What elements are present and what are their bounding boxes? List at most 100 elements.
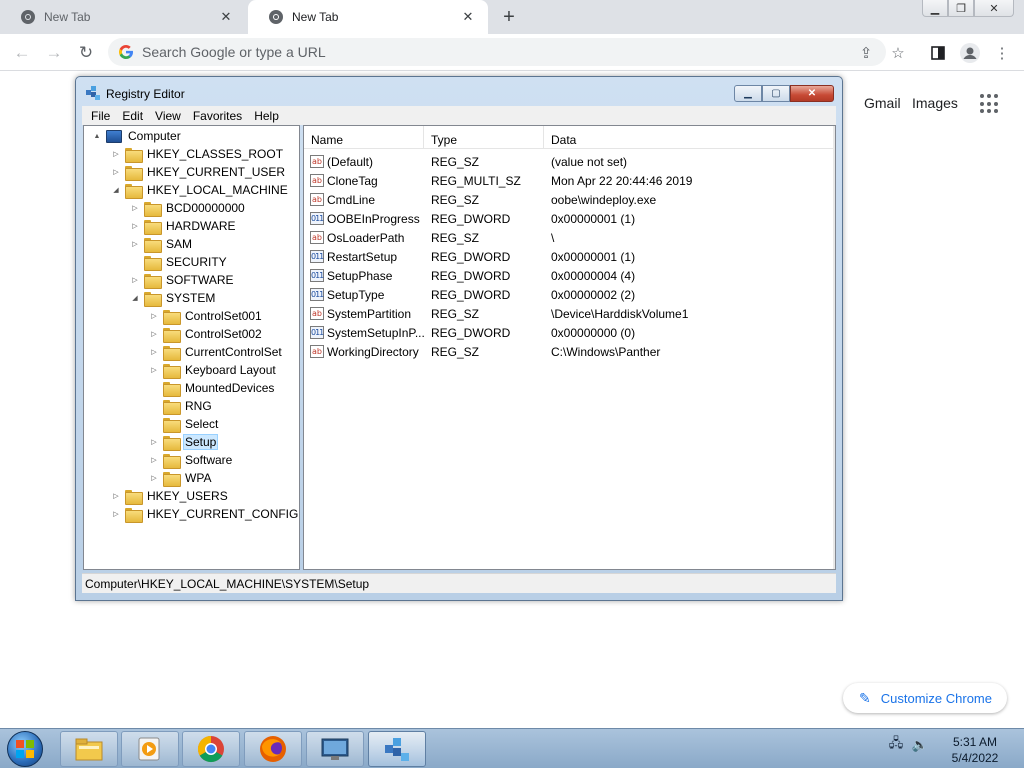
back-button[interactable]: ← xyxy=(10,41,34,65)
expander-icon[interactable]: ◢ xyxy=(111,186,121,194)
taskbar-chrome-button[interactable] xyxy=(182,731,240,767)
tree-node-hkey-current-config[interactable]: ▷ HKEY_CURRENT_CONFIG xyxy=(111,505,299,523)
regedit-close-button[interactable]: ✕ xyxy=(790,85,834,102)
tree-node-label: SAM xyxy=(166,237,193,251)
tree-node-hardware[interactable]: ▷ HARDWARE xyxy=(130,217,238,235)
expander-icon[interactable]: ▷ xyxy=(130,276,140,284)
regedit-maximize-button[interactable]: ▢ xyxy=(762,85,790,102)
taskbar-media-player-button[interactable] xyxy=(121,731,179,767)
images-link[interactable]: Images xyxy=(912,95,958,111)
tree-node-hkey-users[interactable]: ▷ HKEY_USERS xyxy=(111,487,230,505)
close-window-button[interactable]: ✕ xyxy=(974,0,1014,17)
expander-icon[interactable]: ▷ xyxy=(130,222,140,230)
share-icon[interactable]: ⇪ xyxy=(854,41,878,65)
tree-node-sam[interactable]: ▷ SAM xyxy=(130,235,194,253)
close-tab-icon[interactable]: ✕ xyxy=(218,9,234,25)
tree-node-computer[interactable]: ▲ Computer xyxy=(92,127,183,145)
expander-icon[interactable]: ▷ xyxy=(149,438,159,446)
expander-icon[interactable]: ◢ xyxy=(130,294,140,302)
close-tab-icon[interactable]: ✕ xyxy=(460,9,476,25)
taskbar-explorer-button[interactable] xyxy=(60,731,118,767)
restore-window-button[interactable]: ❐ xyxy=(948,0,974,17)
value-row[interactable]: ab CloneTag REG_MULTI_SZ Mon Apr 22 20:44… xyxy=(304,171,835,190)
tab-new-tab-1[interactable]: New Tab ✕ xyxy=(0,0,246,34)
registry-tree-pane[interactable]: ▲ Computer ▷ HKEY_CLASSES_ROOT ▷ HKEY_CU… xyxy=(83,125,300,570)
expander-icon[interactable]: ▲ xyxy=(92,133,102,140)
value-row[interactable]: ab WorkingDirectory REG_SZ C:\Windows\Pan… xyxy=(304,342,835,361)
tree-node-hkey-current-user[interactable]: ▷ HKEY_CURRENT_USER xyxy=(111,163,287,181)
network-icon[interactable]: 🖧 xyxy=(888,735,904,753)
tree-node-hkey-classes-root[interactable]: ▷ HKEY_CLASSES_ROOT xyxy=(111,145,285,163)
expander-icon[interactable]: ▷ xyxy=(149,312,159,320)
profile-avatar-icon[interactable] xyxy=(958,41,982,65)
value-row[interactable]: 011 RestartSetup REG_DWORD 0x00000001 (1) xyxy=(304,247,835,266)
customize-chrome-button[interactable]: ✎ Customize Chrome xyxy=(843,683,1007,713)
menu-favorites[interactable]: Favorites xyxy=(187,109,248,123)
expander-icon[interactable]: ▷ xyxy=(111,510,121,518)
column-header-data[interactable]: Data xyxy=(544,126,835,149)
taskbar-clock[interactable]: 5:31 AM 5/4/2022 xyxy=(942,734,1008,766)
minimize-window-button[interactable]: ▁ xyxy=(922,0,948,17)
tree-node-hkey-local-machine[interactable]: ◢ HKEY_LOCAL_MACHINE xyxy=(111,181,290,199)
new-tab-button[interactable]: + xyxy=(498,6,520,28)
omnibox[interactable]: Search Google or type a URL xyxy=(108,38,886,66)
reload-button[interactable]: ↻ xyxy=(74,41,98,65)
column-header-name[interactable]: Name xyxy=(304,126,424,149)
tree-node-keyboard-layout[interactable]: ▷ Keyboard Layout xyxy=(149,361,278,379)
expander-icon[interactable]: ▷ xyxy=(149,474,159,482)
tree-node-wpa[interactable]: ▷ WPA xyxy=(149,469,213,487)
registry-values-pane[interactable]: Name Type Data ab (Default) REG_SZ (value… xyxy=(303,125,836,570)
menu-view[interactable]: View xyxy=(149,109,187,123)
system-tray: 🖧 🔈 xyxy=(888,735,928,753)
side-panel-icon[interactable] xyxy=(926,41,950,65)
column-header-type[interactable]: Type xyxy=(424,126,544,149)
taskbar-remote-desktop-button[interactable] xyxy=(306,731,364,767)
menu-file[interactable]: File xyxy=(85,109,116,123)
taskbar-firefox-button[interactable] xyxy=(244,731,302,767)
google-apps-icon[interactable] xyxy=(980,94,1000,114)
value-row[interactable]: 011 SetupType REG_DWORD 0x00000002 (2) xyxy=(304,285,835,304)
expander-icon[interactable]: ▷ xyxy=(149,330,159,338)
tree-node-setup[interactable]: ▷ Setup xyxy=(149,433,219,451)
tree-node-controlset001[interactable]: ▷ ControlSet001 xyxy=(149,307,264,325)
gmail-link[interactable]: Gmail xyxy=(864,95,901,111)
value-row[interactable]: ab OsLoaderPath REG_SZ \ xyxy=(304,228,835,247)
value-row[interactable]: ab (Default) REG_SZ (value not set) xyxy=(304,152,835,171)
expander-icon[interactable]: ▷ xyxy=(149,456,159,464)
tree-node-mounteddevices[interactable]: MountedDevices xyxy=(149,379,276,397)
tree-node-bcd00000000[interactable]: ▷ BCD00000000 xyxy=(130,199,247,217)
forward-button[interactable]: → xyxy=(42,41,66,65)
value-data: 0x00000001 (1) xyxy=(551,211,636,226)
menu-help[interactable]: Help xyxy=(248,109,285,123)
tree-node-select[interactable]: Select xyxy=(149,415,220,433)
tree-node-controlset002[interactable]: ▷ ControlSet002 xyxy=(149,325,264,343)
tree-node-software-system[interactable]: ▷ Software xyxy=(149,451,234,469)
value-row[interactable]: 011 SystemSetupInP... REG_DWORD 0x0000000… xyxy=(304,323,835,342)
expander-icon[interactable]: ▷ xyxy=(130,204,140,212)
tab-new-tab-2[interactable]: New Tab ✕ xyxy=(248,0,488,34)
value-row[interactable]: ab SystemPartition REG_SZ \Device\Harddis… xyxy=(304,304,835,323)
chrome-menu-icon[interactable]: ⋮ xyxy=(990,41,1014,65)
value-row[interactable]: 011 OOBEInProgress REG_DWORD 0x00000001 (… xyxy=(304,209,835,228)
expander-icon[interactable]: ▷ xyxy=(111,168,121,176)
expander-icon[interactable]: ▷ xyxy=(111,492,121,500)
tree-node-system[interactable]: ◢ SYSTEM xyxy=(130,289,217,307)
taskbar-regedit-button[interactable] xyxy=(368,731,426,767)
regedit-minimize-button[interactable]: ▁ xyxy=(734,85,762,102)
menu-edit[interactable]: Edit xyxy=(116,109,149,123)
tree-node-software[interactable]: ▷ SOFTWARE xyxy=(130,271,236,289)
tree-node-security[interactable]: SECURITY xyxy=(130,253,229,271)
expander-icon[interactable]: ▷ xyxy=(130,240,140,248)
expander-icon[interactable]: ▷ xyxy=(149,366,159,374)
expander-icon[interactable]: ▷ xyxy=(111,150,121,158)
start-button[interactable] xyxy=(7,731,43,767)
volume-icon[interactable]: 🔈 xyxy=(912,737,928,753)
bookmark-star-icon[interactable]: ☆ xyxy=(886,41,910,65)
expander-icon[interactable]: ▷ xyxy=(149,348,159,356)
value-row[interactable]: ab CmdLine REG_SZ oobe\windeploy.exe xyxy=(304,190,835,209)
value-type: REG_SZ xyxy=(431,344,480,359)
value-row[interactable]: 011 SetupPhase REG_DWORD 0x00000004 (4) xyxy=(304,266,835,285)
regedit-titlebar[interactable]: Registry Editor ▁ ▢ ✕ xyxy=(76,77,842,107)
tree-node-currentcontrolset[interactable]: ▷ CurrentControlSet xyxy=(149,343,284,361)
tree-node-rng[interactable]: RNG xyxy=(149,397,214,415)
